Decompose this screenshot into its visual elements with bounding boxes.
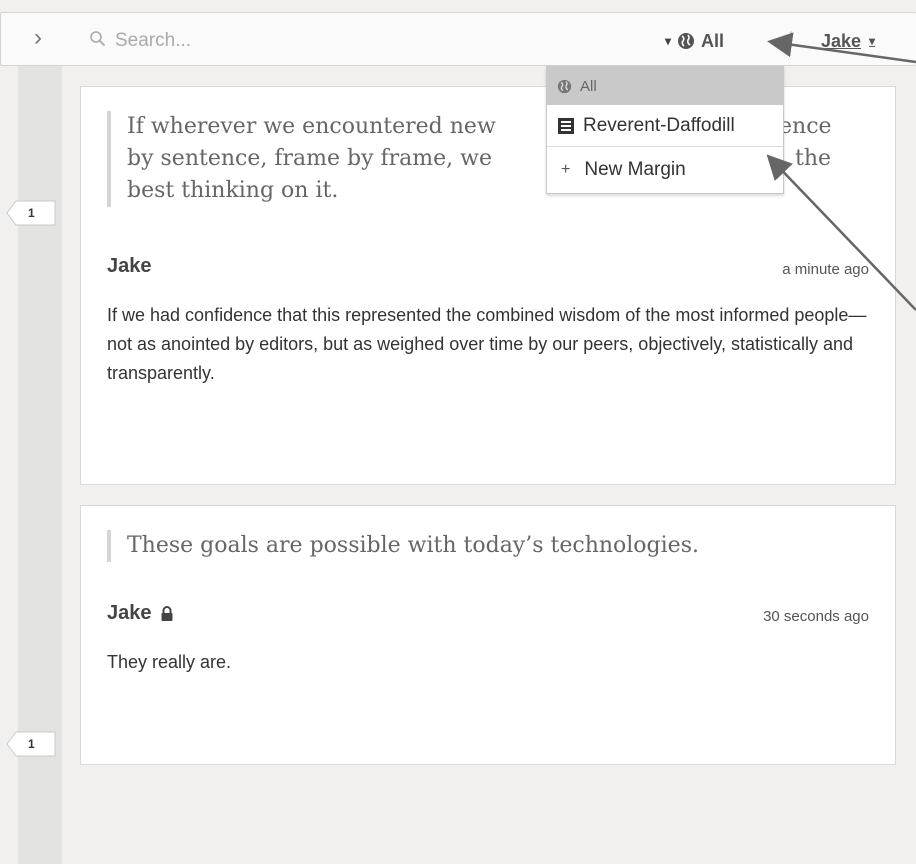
callout-arrow <box>767 32 916 64</box>
callout-arrow <box>766 154 916 311</box>
callout-arrows <box>766 32 916 311</box>
